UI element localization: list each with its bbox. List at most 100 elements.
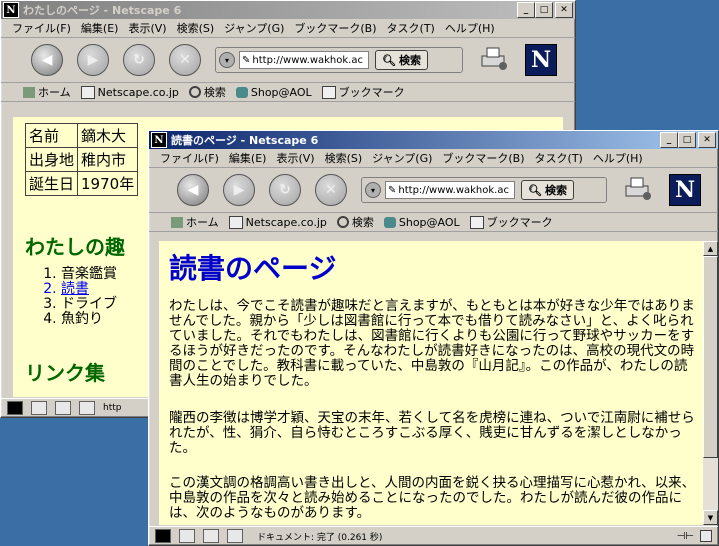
url-input[interactable]: ✎ http://www.wakhok.ac [385,181,515,199]
netscape-app-icon: N [151,132,167,148]
back-title-bar[interactable]: N わたしのページ - Netscape 6 _ □ ✕ [1,1,575,19]
home-icon [23,86,35,98]
security-lock-icon[interactable] [700,530,712,542]
mail-icon[interactable] [179,529,195,543]
front-status-text: ドキュメント: 完了 (0.261 秒) [257,532,383,543]
scroll-up-icon[interactable]: ▲ [703,241,718,256]
minimize-button[interactable]: _ [660,132,678,148]
vertical-scrollbar[interactable]: ▲ ▼ [703,241,718,525]
netscape-logo-icon[interactable]: N [525,44,557,76]
personal-search[interactable]: 検索 [188,84,226,100]
netscape-app-icon: N [3,2,19,18]
front-title-bar[interactable]: N 読書のページ - Netscape 6 _ □ ✕ [149,131,718,149]
composer-icon[interactable] [203,529,219,543]
menu-file[interactable]: ファイル(F) [155,150,224,166]
print-icon[interactable] [479,46,509,72]
personal-home[interactable]: ホーム [171,214,219,230]
dropdown-icon[interactable]: ▾ [219,52,235,68]
personal-bookmarks[interactable]: ブックマーク [321,84,405,100]
back-button[interactable]: ◀ [177,174,209,206]
menu-bookmarks[interactable]: ブックマーク(B) [437,150,529,166]
search-button[interactable]: 🔍︎ 検索 [375,50,428,70]
menu-go[interactable]: ジャンプ(G) [367,150,437,166]
back-navigation-toolbar: ◀ ▶ ↻ ✕ ▾ ✎ http://www.wakhok.ac 🔍︎ 検索 N [1,38,575,83]
reload-button[interactable]: ↻ [123,44,155,76]
table-row: 出身地 稚内市 [24,147,139,172]
page-heading: 読書のページ [169,252,337,285]
menu-tasks[interactable]: タスク(T) [382,20,440,36]
netscape-logo-icon[interactable]: N [669,174,701,206]
url-bar: ▾ ✎ http://www.wakhok.ac 🔍︎ 検索 [215,47,463,73]
personal-shop[interactable]: Shop@AOL [235,86,312,99]
table-cell-value: 1970年 [77,171,139,196]
back-button[interactable]: ◀ [31,44,63,76]
close-button[interactable]: ✕ [555,2,573,18]
forward-button[interactable]: ▶ [77,44,109,76]
personal-bookmarks[interactable]: ブックマーク [469,214,553,230]
table-row: 名前 鏑木大 [24,123,139,148]
minimize-button[interactable]: _ [517,2,535,18]
url-bar: ▾ ✎ http://www.wakhok.ac 🔍︎ 検索 [361,177,607,203]
front-browser-window[interactable]: N 読書のページ - Netscape 6 _ □ ✕ ファイル(F) 編集(E… [148,130,719,546]
table-cell-label: 出身地 [24,147,79,172]
address-book-icon[interactable] [227,529,243,543]
paragraph-1: わたしは、今でこそ読書が趣味だと言えますが、もともとは本が好きな少年ではありませ… [169,298,695,389]
paragraph-2: 隴西の李徴は博学才穎、天宝の末年、若くして名を虎榜に連ね、ついで江南尉に補せられ… [169,410,695,456]
address-book-icon[interactable] [79,401,95,415]
personal-netscape[interactable]: Netscape.co.jp [228,215,327,229]
url-input[interactable]: ✎ http://www.wakhok.ac [239,51,369,69]
composer-icon[interactable] [55,401,71,415]
paragraph-3: この漢文調の格調高い書き出しと、人間の内面を鋭く抉る心理描写に心惹かれ、以来、中… [169,475,696,521]
close-button[interactable]: ✕ [698,132,716,148]
list-item: ドライブ [61,297,117,312]
stop-button[interactable]: ✕ [169,44,201,76]
list-item-link[interactable]: 読書 [61,282,117,297]
search-icon [336,216,349,228]
front-window-title: 読書のページ - Netscape 6 [171,134,319,147]
menu-edit[interactable]: 編集(E) [224,150,272,166]
maximize-button[interactable]: □ [535,2,553,18]
hobby-list: 音楽鑑賞 読書 ドライブ 魚釣り [23,267,117,327]
forward-button[interactable]: ▶ [223,174,255,206]
navigator-icon[interactable] [7,401,23,415]
menu-view[interactable]: 表示(V) [271,150,319,166]
menu-go[interactable]: ジャンプ(G) [219,20,289,36]
aol-icon [235,86,248,98]
search-button[interactable]: 🔍︎ 検索 [521,180,574,200]
maximize-button[interactable]: □ [678,132,696,148]
dropdown-icon[interactable]: ▾ [365,182,381,198]
profile-table: 名前 鏑木大 出身地 稚内市 誕生日 1970年 [24,123,139,196]
mail-icon[interactable] [31,401,47,415]
magnifier-icon: 🔍︎ [382,53,396,67]
personal-home[interactable]: ホーム [23,84,71,100]
menu-help[interactable]: ヘルプ(H) [588,150,648,166]
menu-help[interactable]: ヘルプ(H) [440,20,500,36]
personal-netscape[interactable]: Netscape.co.jp [80,85,179,99]
hobby-heading: わたしの趣 [25,235,125,259]
menu-edit[interactable]: 編集(E) [76,20,124,36]
navigator-icon[interactable] [155,529,171,543]
back-personal-toolbar: ホーム Netscape.co.jp 検索 Shop@AOL ブックマーク [1,83,575,102]
menu-tasks[interactable]: タスク(T) [530,150,588,166]
menu-view[interactable]: 表示(V) [123,20,171,36]
stop-button[interactable]: ✕ [315,174,347,206]
menu-search[interactable]: 検索(S) [172,20,220,36]
reload-button[interactable]: ↻ [269,174,301,206]
personal-shop[interactable]: Shop@AOL [383,216,460,229]
scroll-thumb[interactable] [703,256,718,458]
folder-icon [469,215,484,229]
print-icon[interactable] [623,176,653,202]
personal-search[interactable]: 検索 [336,214,374,230]
home-icon [171,216,183,228]
menu-file[interactable]: ファイル(F) [7,20,76,36]
table-cell-value: 稚内市 [77,147,139,172]
front-personal-toolbar: ホーム Netscape.co.jp 検索 Shop@AOL ブックマーク [149,213,718,232]
back-menu-bar: ファイル(F) 編集(E) 表示(V) 検索(S) ジャンプ(G) ブックマーク… [1,19,575,38]
scroll-down-icon[interactable]: ▼ [703,510,718,525]
back-status-text: http [103,403,122,413]
aol-icon [383,216,396,228]
back-window-title: わたしのページ - Netscape 6 [23,4,182,17]
menu-bookmarks[interactable]: ブックマーク(B) [289,20,381,36]
table-cell-label: 名前 [24,123,79,148]
menu-search[interactable]: 検索(S) [320,150,368,166]
